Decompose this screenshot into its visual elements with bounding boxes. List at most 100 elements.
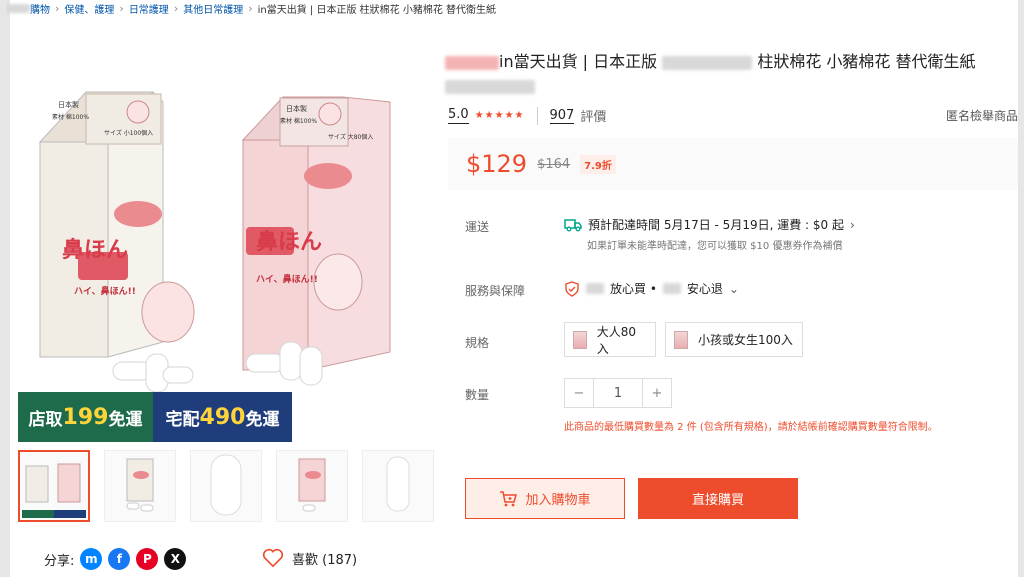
shipping-estimate[interactable]: 預計配達時間 5月17日 - 5月19日, 運費 : $0 起 › (564, 216, 855, 233)
variant-option-adult[interactable]: 大人80入 (564, 322, 656, 357)
reviews-count[interactable]: 907 (549, 108, 575, 124)
promo-store-pickup: 店取 199 免運 (18, 392, 153, 442)
thumbnail-5[interactable] (362, 450, 434, 522)
blurred-text (445, 55, 499, 70)
divider (536, 106, 538, 125)
like-count-label: 喜歡 (187) (292, 552, 358, 568)
blurred-text (662, 283, 681, 294)
quantity-stepper: − 1 + (564, 378, 672, 408)
thumbnail-image (386, 456, 410, 512)
breadcrumb: 購物 › 保健、護理 › 日常護理 › 其他日常護理 › in當天出貨 | 日本… (6, 0, 1016, 17)
x-twitter-icon[interactable]: X (164, 548, 187, 570)
window-right-edge (1018, 0, 1024, 577)
minimum-quantity-warning: 此商品的最低購買數量為 2 件 (包含所有規格)，請於結帳前確認購買數量符合限制… (564, 422, 938, 433)
share-bar: 分享: m f P X (44, 548, 187, 570)
pinterest-icon[interactable]: P (136, 548, 159, 570)
product-page: 購物 › 保健、護理 › 日常護理 › 其他日常護理 › in當天出貨 | 日本… (0, 0, 1024, 577)
promo-store-amount: 199 (62, 404, 109, 430)
main-product-image[interactable]: 日本製 素材 棉100% サイズ 小100個入 日本製 素材 棉100% サイズ… (18, 42, 413, 442)
reviews-label: 評價 (580, 110, 607, 125)
promo-store-label: 店取 (28, 409, 63, 430)
title-suffix: 柱狀棉花 小豬棉花 替代衛生紙 (757, 52, 976, 71)
product-title: in當天出貨 | 日本正版 柱狀棉花 小豬棉花 替代衛生紙 (445, 50, 1017, 98)
breadcrumb-current: in當天出貨 | 日本正版 柱狀棉花 小豬棉花 替代衛生紙 (257, 5, 497, 16)
breadcrumb-item-shopping[interactable]: 購物 (30, 1, 50, 16)
messenger-icon[interactable]: m (80, 548, 103, 570)
box-label-size: サイズ 大80個入 (328, 134, 374, 141)
thumbnail-2[interactable] (104, 450, 176, 522)
facebook-icon[interactable]: f (108, 548, 131, 570)
box-brand-logo: 鼻ほん (62, 238, 129, 263)
add-to-cart-button[interactable]: 加入購物車 (465, 478, 625, 519)
box-label-top: 日本製 (286, 105, 307, 113)
promo-free-label: 免運 (108, 409, 143, 430)
variant-thumbnail (573, 330, 587, 349)
title-prefix: in當天出貨 | 日本正版 (499, 52, 658, 71)
thumbnail-image (22, 463, 86, 518)
quantity-decrease-button[interactable]: − (564, 378, 594, 408)
chevron-right-icon: › (248, 2, 253, 15)
product-boxes-illustration (38, 91, 391, 393)
blurred-text (6, 4, 30, 13)
thumbnail-3[interactable] (190, 450, 262, 522)
promo-home-label: 宅配 (165, 409, 200, 430)
shield-icon (565, 280, 579, 297)
buy-now-button[interactable]: 直接購買 (638, 478, 798, 519)
breadcrumb-item-other-care[interactable]: 其他日常護理 (183, 1, 243, 16)
truck-icon (564, 218, 582, 231)
box-brand-logo: 鼻ほん (256, 230, 323, 255)
rating-score[interactable]: 5.0 (448, 107, 469, 124)
star-rating-icon: ★★★★★ (474, 110, 525, 121)
breadcrumb-item-daily-care[interactable]: 日常護理 (129, 1, 169, 16)
heart-icon (262, 548, 284, 568)
quantity-label: 數量 (465, 388, 490, 402)
blurred-text (586, 283, 604, 294)
window-left-edge (0, 0, 10, 577)
free-shipping-banner: 店取 199 免運 宅配 490 免運 (18, 392, 292, 442)
promo-home-delivery: 宅配 490 免運 (153, 392, 292, 442)
box-speech-bubble: ハイ、鼻ほん!! (74, 287, 136, 297)
shipping-guarantee-note: 如果訂單未能準時配達，您可以獲取 $10 優惠券作為補償 (587, 241, 843, 252)
thumbnail-4[interactable] (276, 450, 348, 522)
service-guarantee[interactable]: 放心買 • 安心退 ⌄ (564, 280, 739, 297)
thumbnail-strip (18, 450, 434, 522)
quantity-input[interactable]: 1 (594, 378, 642, 408)
shipping-estimate-text: 預計配達時間 5月17日 - 5月19日, 運費 : $0 起 (588, 218, 844, 232)
breadcrumb-item-health[interactable]: 保健、護理 (64, 1, 114, 16)
shipping-label: 運送 (465, 220, 490, 234)
rating-row: 5.0 ★★★★★ 907 評價 匿名檢舉商品 (448, 106, 1018, 125)
blurred-text (445, 79, 535, 94)
promo-home-amount: 490 (199, 404, 246, 430)
add-to-cart-label: 加入購物車 (525, 493, 591, 508)
thumbnail-1[interactable] (18, 450, 90, 522)
variant-option-label: 大人80入 (596, 324, 637, 356)
like-button[interactable]: 喜歡 (187) (262, 548, 357, 568)
quantity-increase-button[interactable]: + (642, 378, 672, 408)
chevron-right-icon: › (119, 2, 124, 15)
share-label: 分享: (44, 553, 75, 569)
blurred-text (662, 55, 753, 70)
thumbnail-image (210, 454, 242, 516)
current-price: $129 (466, 150, 528, 178)
chevron-down-icon: ⌄ (728, 281, 739, 296)
variant-label: 規格 (465, 336, 490, 350)
thumbnail-image (298, 458, 326, 512)
box-label-material: 素材 棉100% (52, 114, 90, 121)
service-text-a: 放心買 • (610, 282, 657, 296)
box-label-material: 素材 棉100% (280, 118, 318, 125)
discount-badge: 7.9折 (580, 154, 616, 174)
thumbnail-image (126, 458, 154, 512)
chevron-right-icon: › (55, 2, 60, 15)
variant-option-label: 小孩或女生100入 (698, 333, 793, 347)
cart-icon (500, 490, 518, 506)
original-price: $164 (537, 156, 571, 172)
box-label-top: 日本製 (58, 101, 79, 109)
price-section: $129 $164 7.9折 (448, 138, 1018, 190)
promo-free-label: 免運 (245, 409, 280, 430)
report-link[interactable]: 匿名檢舉商品 (946, 107, 1018, 124)
variant-option-child[interactable]: 小孩或女生100入 (665, 322, 803, 357)
service-label: 服務與保障 (465, 284, 526, 298)
box-label-size: サイズ 小100個入 (104, 130, 154, 137)
variant-thumbnail (674, 330, 688, 349)
box-speech-bubble: ハイ、鼻ほん!! (256, 275, 318, 285)
